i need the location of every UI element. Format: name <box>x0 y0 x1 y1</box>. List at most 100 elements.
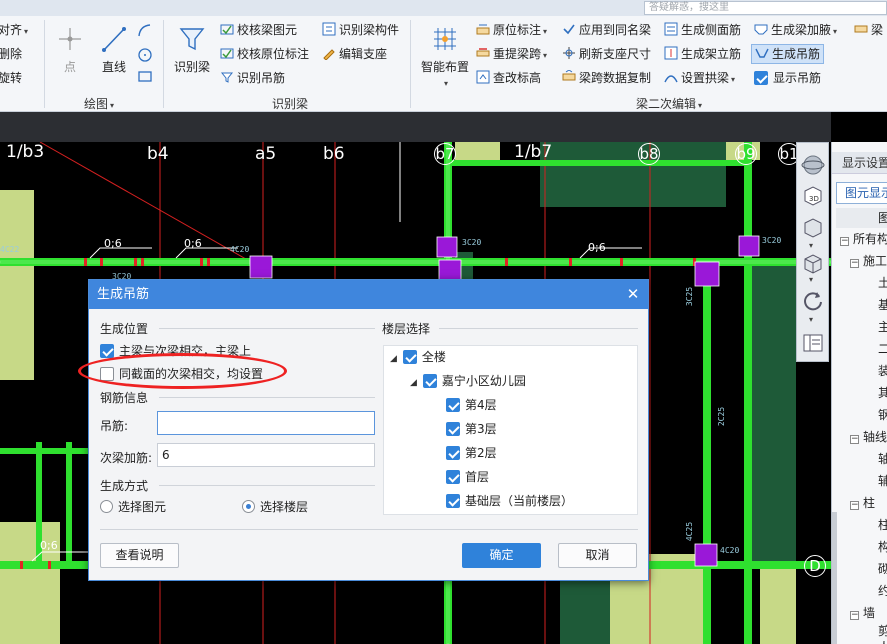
identify-beam-component-button[interactable]: 识别梁构件 <box>322 22 399 38</box>
expand-triangle-icon[interactable]: ◢ <box>390 351 397 367</box>
collapse-icon[interactable]: − <box>850 611 859 620</box>
tree-item[interactable]: 砌 <box>878 558 887 580</box>
rotate-button[interactable]: 旋转 <box>0 70 22 86</box>
gen-side-rebar-button[interactable]: 生成侧面筋 <box>664 22 741 38</box>
axis-label: a5 <box>255 144 277 164</box>
edit-support-label: 编辑支座 <box>339 47 388 61</box>
chevron-down-icon[interactable]: ▾ <box>809 241 813 250</box>
cube-face-icon[interactable] <box>801 251 825 275</box>
tree-item[interactable]: 基 <box>878 294 887 316</box>
gen-beam-haunch-button[interactable]: 生成梁加腋 ▾ <box>754 22 837 40</box>
select-floor-label: 选择楼层 <box>260 500 309 514</box>
beam-tool-button[interactable]: 梁 <box>854 22 883 38</box>
tree-item[interactable]: 约 <box>878 580 887 602</box>
ok-button[interactable]: 确定 <box>462 543 541 568</box>
tree-item[interactable]: 人 <box>878 636 887 644</box>
expand-triangle-icon[interactable]: ◢ <box>410 375 417 391</box>
tree-item[interactable]: 主 <box>878 316 887 338</box>
draw-group-label[interactable]: 绘图 ▾ <box>84 95 114 112</box>
delete-button[interactable]: 删除 <box>0 46 22 62</box>
tree-item[interactable]: − 轴线 <box>850 426 887 448</box>
tab-element-display[interactable]: 图元显示 <box>836 182 887 204</box>
close-icon[interactable]: ✕ <box>624 285 642 303</box>
checkbox-checked-icon[interactable] <box>402 350 417 364</box>
collapse-icon[interactable]: − <box>850 501 859 510</box>
axis-label: b6 <box>323 144 345 164</box>
beam-edit-group-label[interactable]: 梁二次编辑 ▾ <box>636 95 702 112</box>
checkbox-checked-icon[interactable] <box>422 374 437 388</box>
tree-item[interactable]: − 墙 <box>850 602 875 624</box>
align-button[interactable]: 对齐 ▾ <box>0 22 28 40</box>
secondary-field-label: 次梁加筋: <box>100 451 153 465</box>
checkbox-checked-icon[interactable] <box>446 398 460 412</box>
tree-item[interactable]: 二 <box>878 338 887 360</box>
collapse-icon[interactable]: − <box>850 259 859 268</box>
refresh-support-size-button[interactable]: 刷新支座尺寸 <box>562 46 651 62</box>
span-data-copy-button[interactable]: 梁跨数据复制 <box>562 69 651 86</box>
set-arch-beam-button[interactable]: 设置拱梁 ▾ <box>664 70 735 88</box>
re-extract-span-button[interactable]: 重提梁跨 ▾ <box>476 46 547 64</box>
cube-view-icon[interactable] <box>801 215 825 239</box>
chevron-down-icon[interactable]: ▾ <box>809 275 813 284</box>
arc-tools-icon[interactable] <box>136 22 154 84</box>
original-annotation-button[interactable]: 原位标注 ▾ <box>476 22 547 40</box>
rotate-label: 旋转 <box>0 71 23 85</box>
tree-node-project[interactable]: ◢ 嘉宁小区幼儿园 <box>410 373 526 391</box>
identify-hanger-button[interactable]: 识别吊筋 <box>220 70 285 86</box>
tree-item[interactable]: 钢 <box>878 404 887 426</box>
tree-item[interactable]: 装 <box>878 360 887 382</box>
point-button[interactable]: 点 <box>52 24 88 75</box>
tree-item[interactable]: 轴 <box>878 448 887 470</box>
tree-node-floor[interactable]: 第3层 <box>446 421 497 437</box>
check-annotation-icon <box>220 46 234 60</box>
tree-item[interactable]: − 施工 <box>850 250 887 272</box>
smart-layout-button[interactable]: 智能布置 ▾ <box>418 24 472 89</box>
erection-rebar-label: 生成架立筋 <box>681 47 742 61</box>
edit-support-button[interactable]: 编辑支座 <box>322 46 387 62</box>
hanger-input[interactable] <box>157 411 375 435</box>
tree-item[interactable]: 土 <box>878 272 887 294</box>
tree-node-label: 基础层（当前楼层） <box>465 494 574 508</box>
tree-item[interactable]: 其 <box>878 382 887 404</box>
checkbox-checked-icon[interactable] <box>446 494 460 508</box>
tree-item[interactable]: −所有构件 <box>840 228 887 250</box>
check-beam-elements-button[interactable]: 校核梁图元 <box>220 22 297 38</box>
collapse-icon[interactable]: − <box>850 435 859 444</box>
tree-item[interactable]: 构 <box>878 536 887 558</box>
cancel-button[interactable]: 取消 <box>558 543 637 568</box>
tree-node-floor[interactable]: 首层 <box>446 469 489 485</box>
tree-item[interactable]: − 柱 <box>850 492 875 514</box>
collapse-icon[interactable]: − <box>840 237 849 246</box>
panel-scrollbar[interactable] <box>832 512 837 644</box>
check-original-annotation-button[interactable]: 校核原位标注 <box>220 46 309 62</box>
tree-item[interactable]: 辅 <box>878 470 887 492</box>
tree-item[interactable]: 柱 <box>878 514 887 536</box>
chevron-down-icon[interactable]: ▾ <box>809 315 813 324</box>
select-element-radio[interactable]: 选择图元 <box>100 499 166 515</box>
layout-panel-icon[interactable] <box>801 331 825 355</box>
edit-elevation-button[interactable]: 查改标高 <box>476 70 541 86</box>
checkbox-checked-icon[interactable] <box>446 446 460 460</box>
gen-hanger-bar-button[interactable]: 生成吊筋 <box>751 44 825 64</box>
rotate-view-icon[interactable] <box>801 289 825 313</box>
gen-erection-rebar-button[interactable]: 生成架立筋 <box>664 46 741 62</box>
secondary-rebar-input[interactable]: 6 <box>157 443 375 467</box>
axis-label: b4 <box>147 144 169 164</box>
tree-node-floor[interactable]: 第4层 <box>446 397 497 413</box>
help-button[interactable]: 查看说明 <box>100 543 179 568</box>
line-button[interactable]: 直线 <box>94 24 134 75</box>
identify-beam-button[interactable]: 识别梁 <box>170 24 214 75</box>
slab-region <box>455 142 500 160</box>
rebar-label: 3C20 <box>762 236 782 245</box>
tree-node-floor[interactable]: 第2层 <box>446 445 497 461</box>
orbit-icon[interactable] <box>801 153 825 177</box>
checkbox-checked-icon[interactable] <box>446 470 460 484</box>
checkbox-checked-icon[interactable] <box>446 422 460 436</box>
apply-same-beam-button[interactable]: 应用到同名梁 <box>562 22 651 38</box>
select-floor-radio[interactable]: 选择楼层 <box>242 499 308 515</box>
show-hanger-checkbox[interactable]: 显示吊筋 <box>754 70 821 86</box>
help-search-input[interactable]: 答疑解惑，搜这里 <box>644 1 887 15</box>
3d-view-icon[interactable]: 3D <box>801 183 825 207</box>
tree-node-all[interactable]: ◢ 全楼 <box>390 349 446 367</box>
tree-node-floor[interactable]: 基础层（当前楼层） <box>446 493 573 509</box>
